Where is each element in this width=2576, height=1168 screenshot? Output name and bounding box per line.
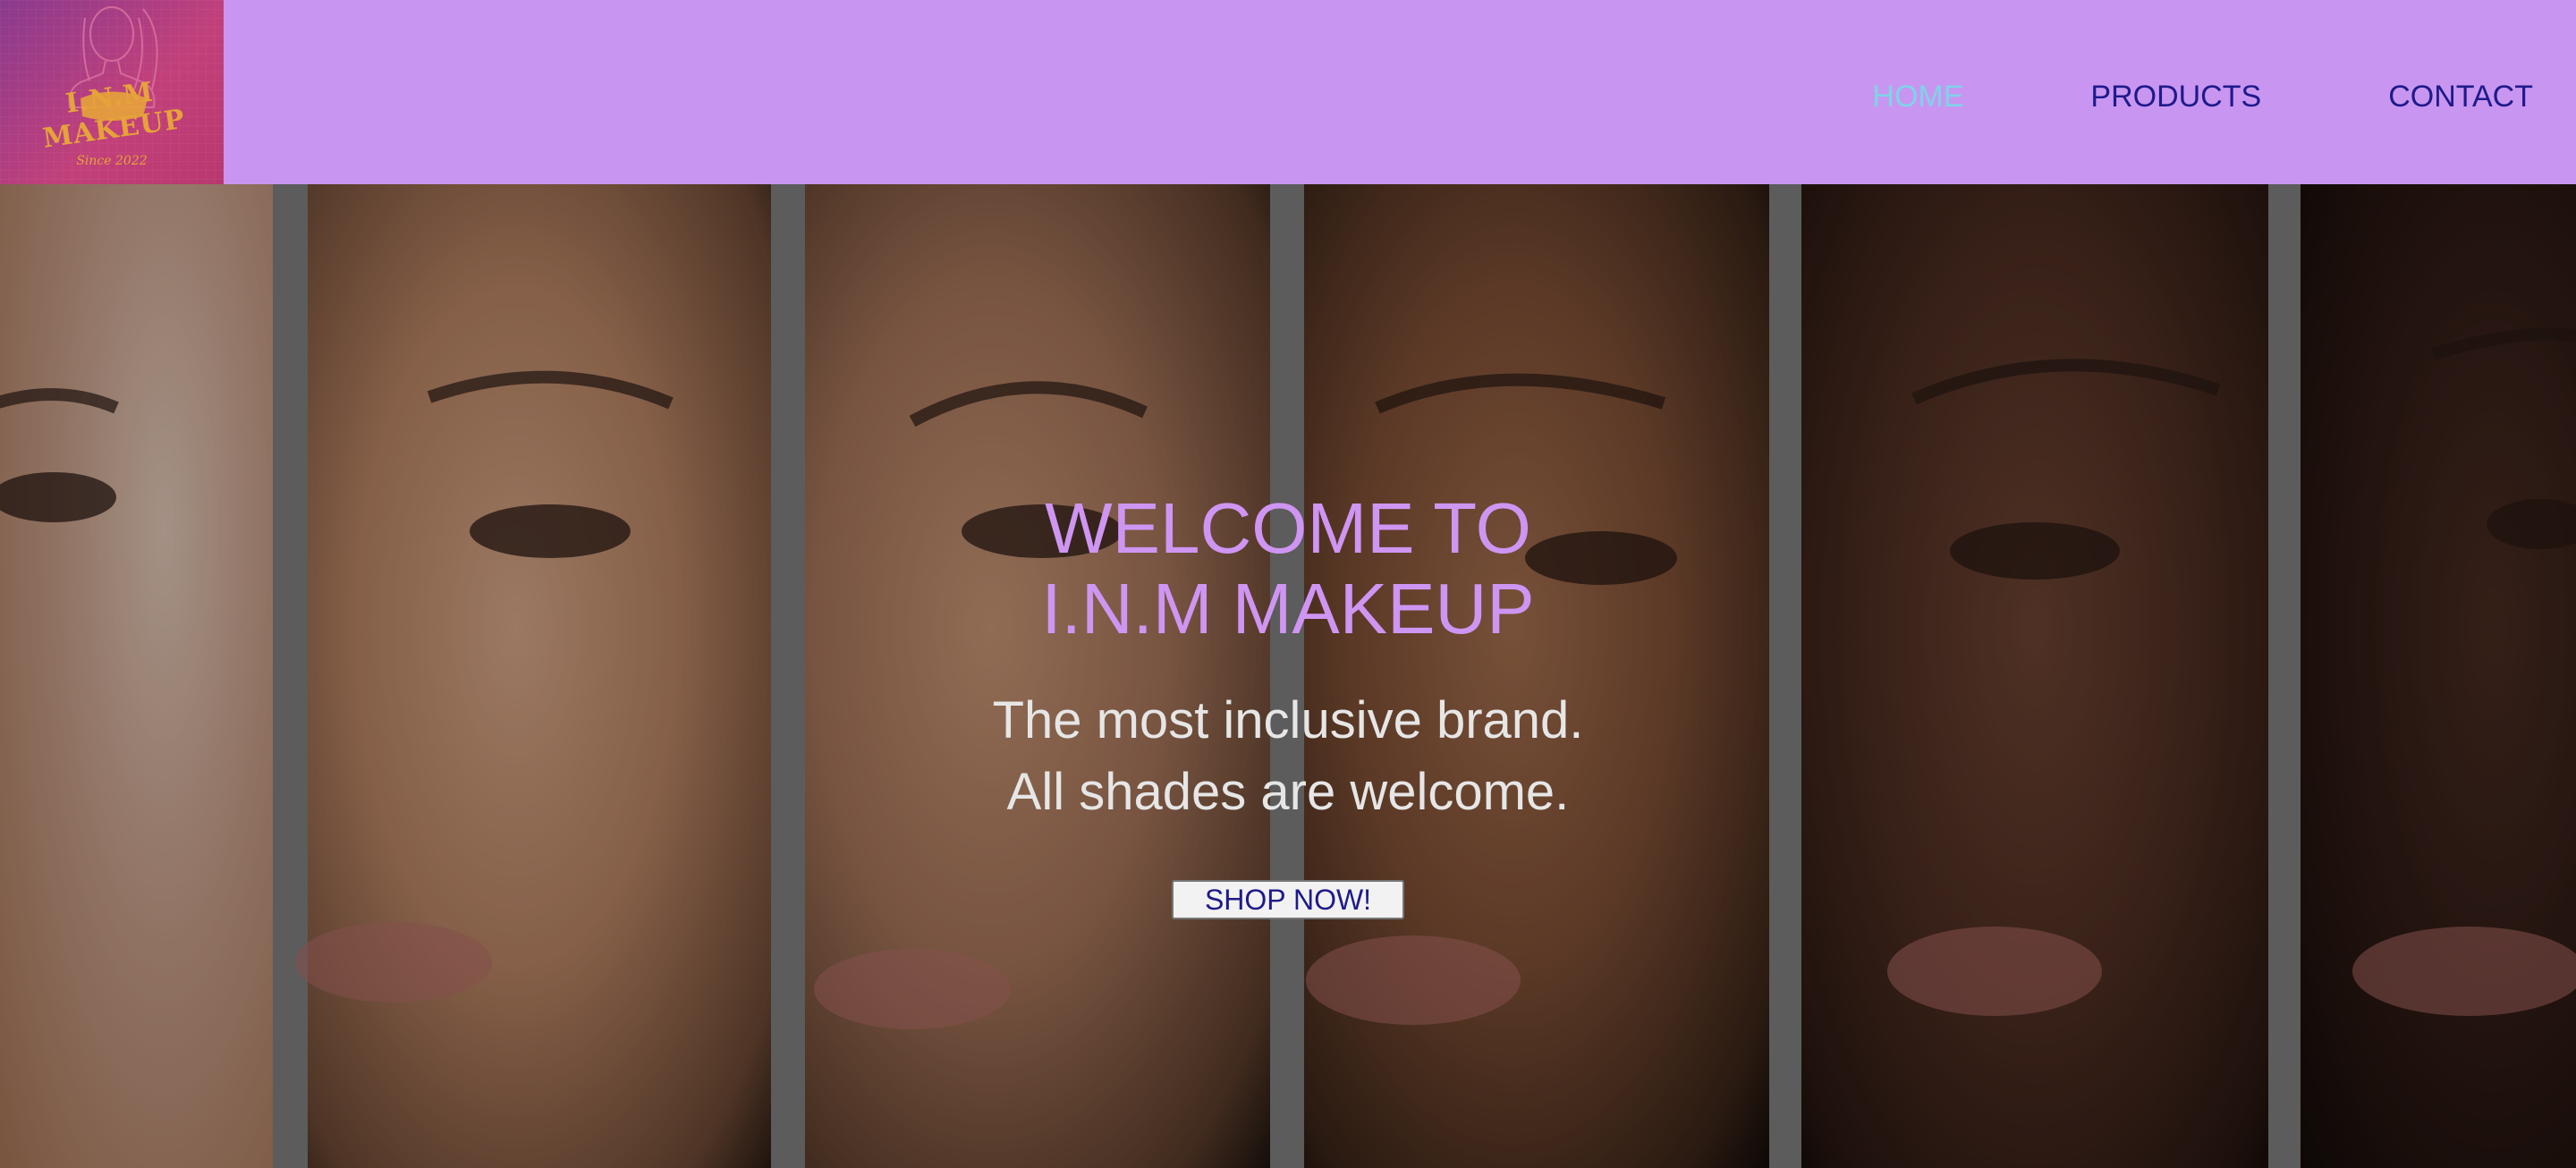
site-header: I.N.M MAKEUP Since 2022 HOME PRODUCTS CO… — [0, 0, 2576, 184]
nav-link-home[interactable]: HOME — [1872, 79, 1963, 114]
hero-title-line-1: WELCOME TO — [1045, 488, 1531, 568]
hero-subtitle-line-1: The most inclusive brand. — [992, 691, 1584, 749]
main-nav: HOME PRODUCTS CONTACT — [1745, 79, 2533, 114]
brand-logo[interactable]: I.N.M MAKEUP Since 2022 — [0, 0, 224, 184]
hero-title-line-2: I.N.M MAKEUP — [1041, 569, 1535, 648]
nav-link-contact[interactable]: CONTACT — [2388, 79, 2533, 114]
hero-section: WELCOME TO I.N.M MAKEUP The most inclusi… — [0, 184, 2576, 1168]
shop-now-button[interactable]: SHOP NOW! — [1172, 880, 1404, 919]
hero-content: WELCOME TO I.N.M MAKEUP The most inclusi… — [0, 184, 2576, 1168]
logo-since-text: Since 2022 — [76, 154, 148, 168]
hero-subtitle: The most inclusive brand. All shades are… — [0, 685, 2576, 828]
hero-title: WELCOME TO I.N.M MAKEUP — [0, 488, 2576, 649]
nav-link-products[interactable]: PRODUCTS — [2090, 79, 2261, 114]
hero-subtitle-line-2: All shades are welcome. — [1006, 763, 1570, 821]
